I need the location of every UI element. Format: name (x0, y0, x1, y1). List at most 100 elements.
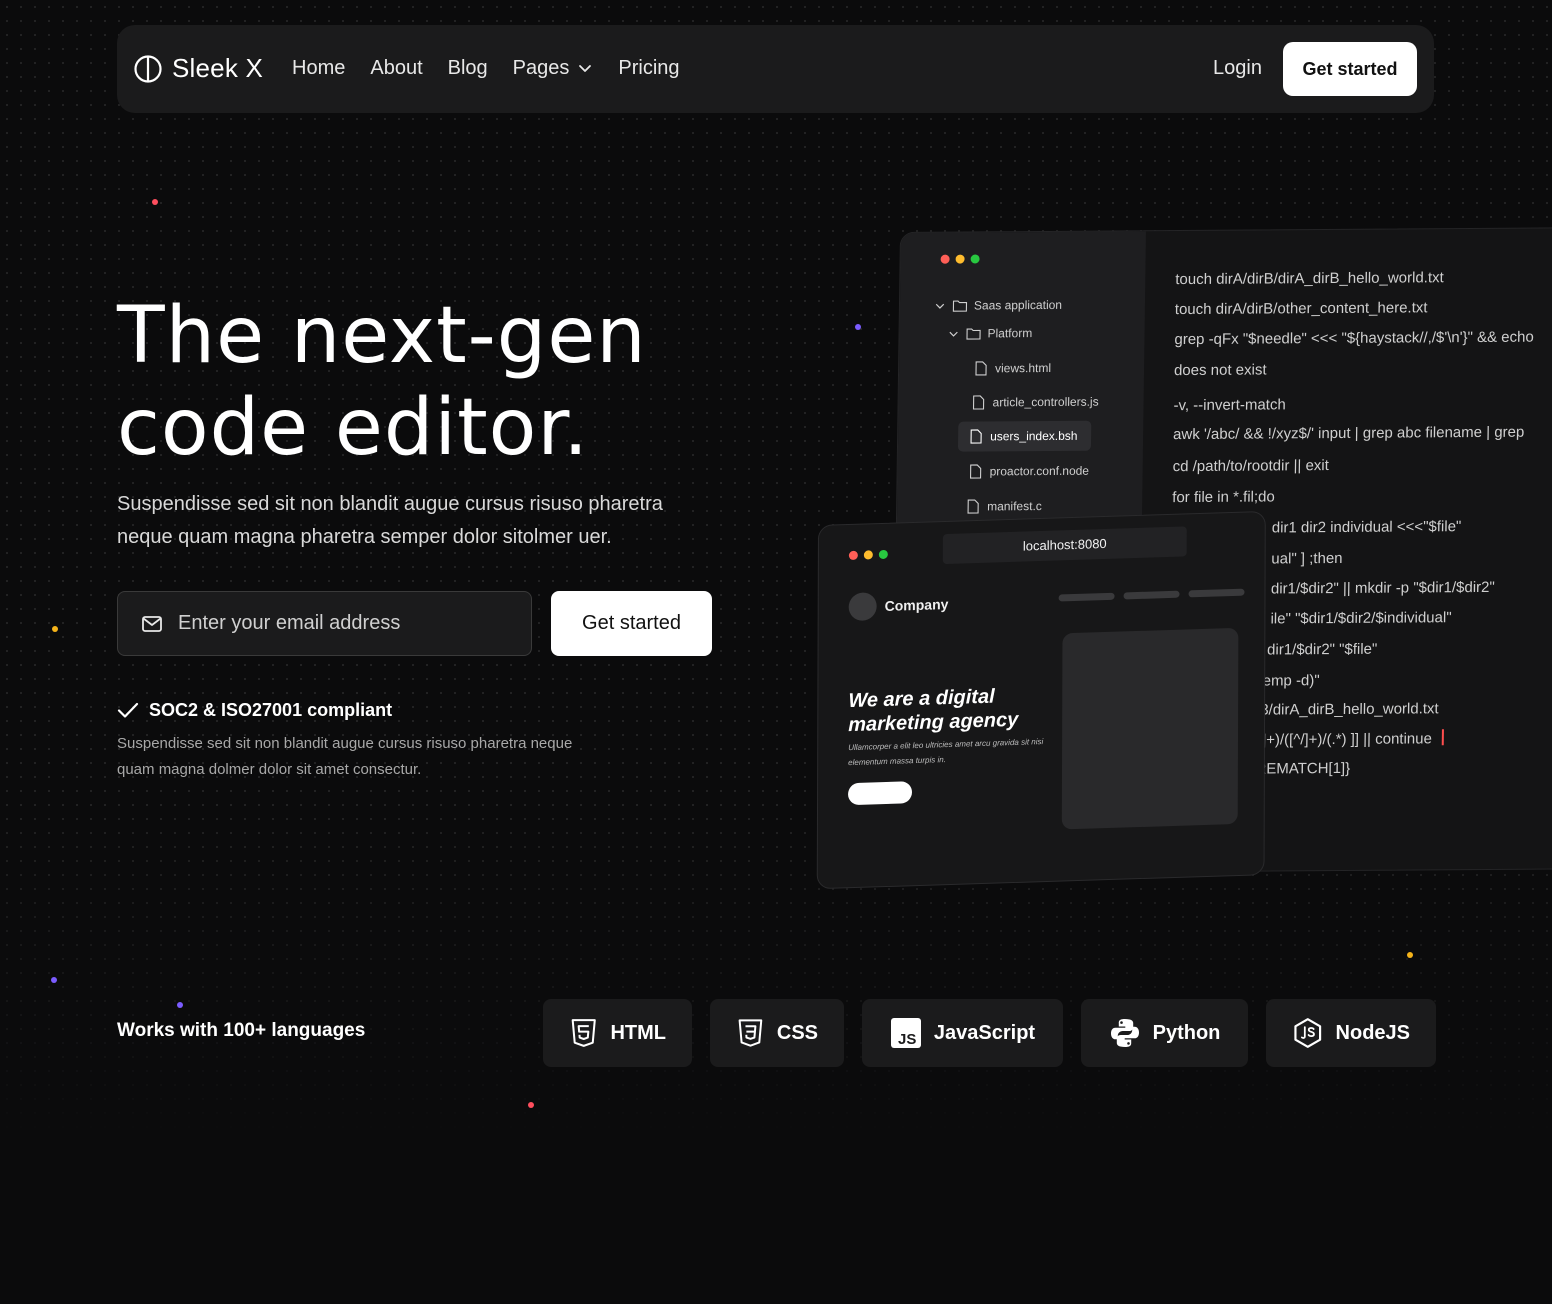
compliance-badge: SOC2 & ISO27001 compliant (117, 699, 392, 721)
tree-file-active[interactable]: users_index.bsh (957, 420, 1092, 452)
maximize-dot[interactable] (970, 254, 980, 264)
code-line: dir1/$dir2" || mkdir -p "$dir1/$dir2" (1270, 578, 1495, 598)
language-list: HTML CSS JS JavaScript Python NodeJS (543, 999, 1436, 1067)
close-dot[interactable] (848, 550, 858, 561)
code-line: emp -d)" (1262, 672, 1320, 690)
company-avatar (848, 592, 877, 622)
mail-icon (142, 615, 162, 632)
browser-preview-window: localhost:8080 Company We are a digital … (816, 510, 1266, 890)
language-name: CSS (776, 1021, 818, 1044)
file-icon (967, 499, 979, 514)
spark-dot (52, 626, 58, 632)
language-badge-css[interactable]: CSS (710, 999, 844, 1067)
tree-file[interactable]: views.html (973, 360, 1051, 377)
nav-link-home[interactable]: Home (292, 55, 345, 81)
nav-get-started-button[interactable]: Get started (1283, 42, 1417, 96)
tree-file[interactable]: manifest.c (965, 498, 1042, 515)
hero-get-started-button[interactable]: Get started (551, 591, 712, 656)
spark-dot (152, 199, 158, 205)
language-name: Python (1152, 1021, 1221, 1044)
preview-text: Ullamcorper a elit leo ultricies amet ar… (848, 737, 1044, 768)
close-dot[interactable] (940, 254, 950, 264)
code-line-text: /]+)/([^/]+)/(.*) ]] || continue (1257, 730, 1433, 749)
nav-link-pages[interactable]: Pages (513, 55, 594, 81)
company-name: Company (884, 595, 949, 614)
tree-file[interactable]: proactor.conf.node (968, 463, 1090, 480)
brand-name: Sleek X (172, 53, 264, 83)
language-name: NodeJS (1335, 1021, 1410, 1044)
login-link[interactable]: Login (1213, 55, 1262, 81)
email-input[interactable] (176, 611, 520, 636)
language-badge-html[interactable]: HTML (543, 999, 692, 1067)
main-menu: Home About Blog Pages Pricing (292, 55, 705, 81)
html5-icon (571, 1019, 596, 1047)
tree-folder-platform[interactable]: Platform (947, 325, 1032, 342)
window-controls (848, 549, 888, 561)
code-line: touch dirA/dirB/other_content_here.txt (1174, 299, 1428, 319)
languages-label: Works with 100+ languages (117, 1020, 366, 1041)
svg-text:JS: JS (898, 1031, 916, 1048)
logo-icon (134, 54, 162, 83)
minimize-dot[interactable] (955, 254, 965, 264)
top-navbar: Sleek X Home About Blog Pages Pricing Lo… (117, 25, 1434, 113)
nav-link-pricing[interactable]: Pricing (618, 55, 679, 81)
folder-icon (952, 300, 968, 312)
nav-link-pages-label: Pages (512, 57, 570, 79)
spark-dot (177, 1002, 183, 1008)
text-cursor (1441, 729, 1445, 746)
nav-link-blog[interactable]: Blog (448, 55, 488, 81)
window-controls (940, 254, 980, 264)
tree-item-label: manifest.c (987, 499, 1042, 514)
chevron-down-icon (579, 65, 592, 72)
code-line: -v, --invert-match (1173, 396, 1286, 415)
preview-cta-button[interactable] (848, 781, 913, 806)
url-bar[interactable]: localhost:8080 (942, 526, 1187, 565)
code-line: awk '/abc/ && !/xyz$/' input | grep abc … (1172, 423, 1525, 444)
code-line: grep -qFx "$needle" <<< "${haystack//,/$… (1174, 328, 1534, 349)
tree-item-label: views.html (994, 360, 1052, 376)
code-line: dir1 dir2 individual <<<"$file" (1271, 518, 1462, 537)
tree-item-label: article_controllers.js (992, 394, 1099, 410)
code-line: does not exist (1173, 361, 1267, 380)
code-line: ual" ] ;then (1271, 549, 1343, 568)
nav-placeholder-bar (1123, 590, 1180, 600)
minimize-dot[interactable] (863, 550, 873, 560)
language-name: HTML (610, 1021, 666, 1044)
tree-item-label: Saas application (973, 297, 1063, 313)
language-badge-javascript[interactable]: JS JavaScript (862, 999, 1063, 1067)
email-field-container (117, 591, 532, 656)
hero-headline: The next-gen code editor. (117, 291, 647, 473)
language-name: JavaScript (933, 1021, 1036, 1044)
spark-dot (1407, 952, 1413, 958)
tree-item-label: Platform (987, 326, 1033, 341)
hero-subtitle: Suspendisse sed sit non blandit augue cu… (117, 493, 663, 548)
code-line: cd /path/to/rootdir || exit (1172, 457, 1329, 476)
tree-file[interactable]: article_controllers.js (970, 394, 1099, 411)
preview-image-placeholder (1061, 627, 1239, 830)
spark-dot (528, 1102, 534, 1108)
spark-dot (51, 977, 57, 983)
brand-logo[interactable]: Sleek X (134, 53, 263, 84)
code-line: dir1/$dir2" "$file" (1266, 640, 1378, 659)
css3-icon (738, 1019, 763, 1047)
check-icon (117, 702, 139, 718)
code-line: for file in *.fil;do (1172, 488, 1275, 507)
tree-folder-saas[interactable]: Saas application (934, 297, 1062, 314)
language-badge-nodejs[interactable]: NodeJS (1266, 999, 1436, 1067)
language-badge-python[interactable]: Python (1081, 999, 1248, 1067)
python-icon (1110, 1019, 1139, 1047)
file-icon (970, 429, 982, 444)
nav-placeholder-bar (1188, 588, 1245, 598)
compliance-description: Suspendisse sed sit non blandit augue cu… (117, 735, 573, 778)
maximize-dot[interactable] (878, 549, 888, 560)
nav-link-about[interactable]: About (370, 55, 422, 81)
nodejs-icon (1294, 1018, 1322, 1048)
code-line: /]+)/([^/]+)/(.*) ]] || continue (1257, 729, 1445, 749)
javascript-icon: JS (890, 1018, 921, 1048)
spark-dot (855, 324, 861, 330)
nav-placeholder-bar (1058, 592, 1115, 602)
code-line: touch dirA/dirB/dirA_dirB_hello_world.tx… (1175, 269, 1444, 289)
code-line: 3/dirA_dirB_hello_world.txt (1260, 700, 1439, 719)
tree-item-label: users_index.bsh (990, 428, 1078, 444)
chevron-down-icon (949, 331, 958, 337)
